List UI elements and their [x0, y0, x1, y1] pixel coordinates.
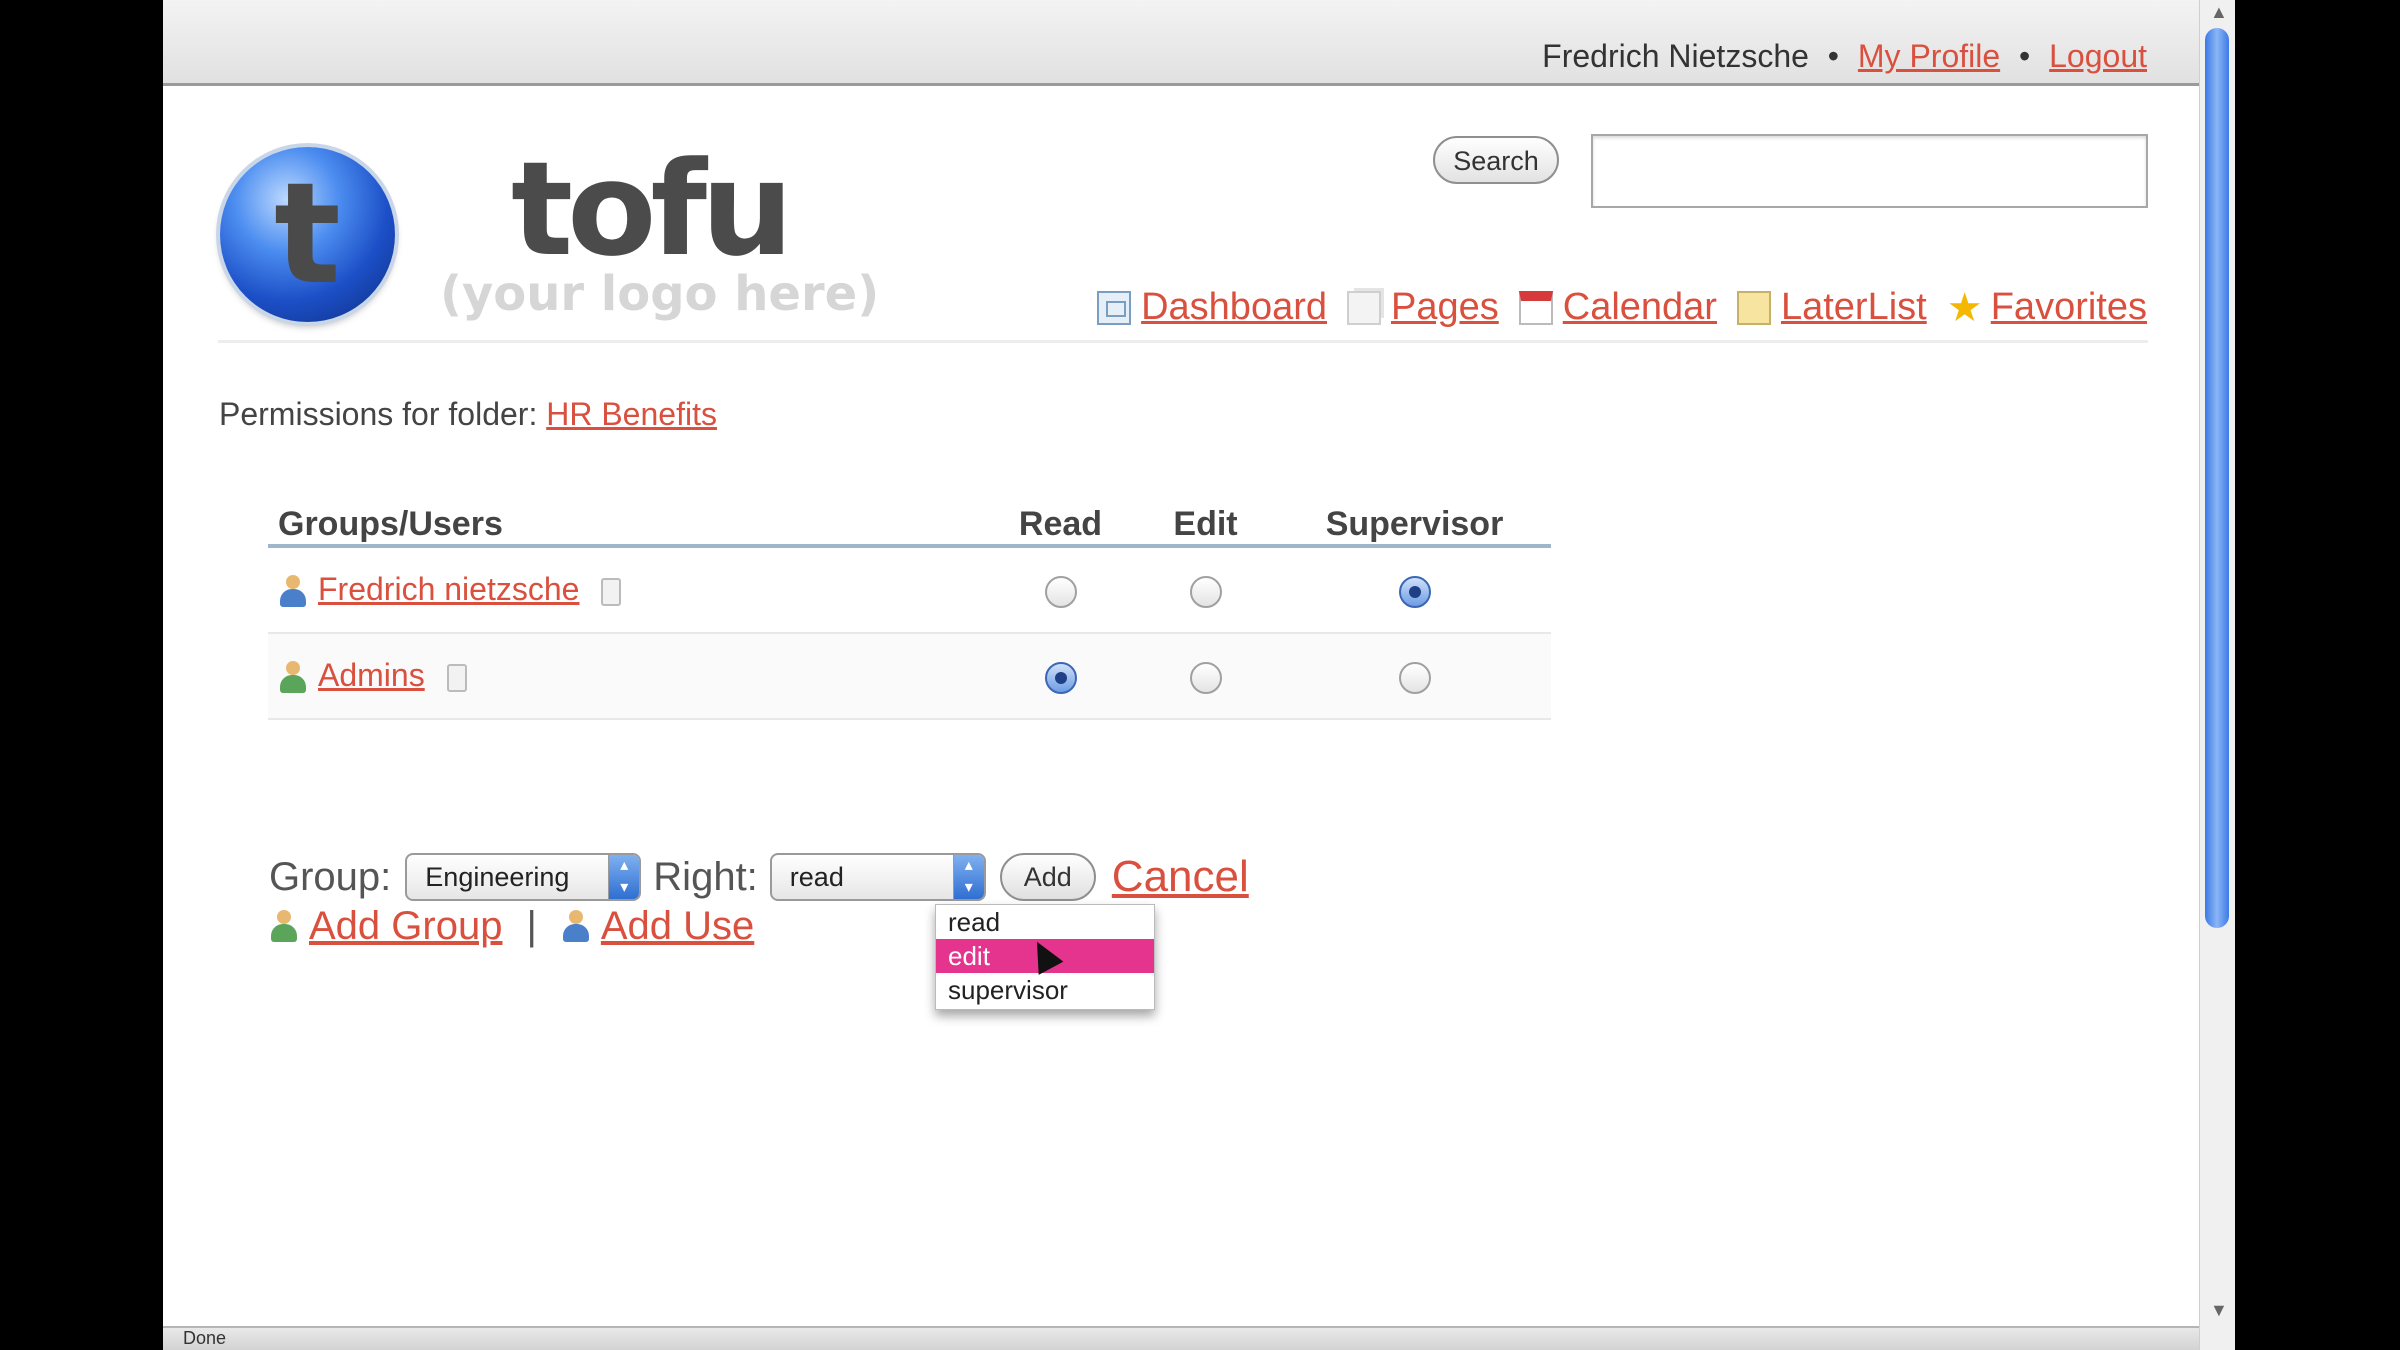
nav-favorites[interactable]: ★ Favorites	[1947, 286, 2147, 329]
group-icon	[269, 909, 299, 944]
add-links: Add Group | Add Use	[269, 904, 754, 949]
right-select[interactable]: read ▴ ▾	[769, 853, 986, 901]
row-name-cell: Fredrich nietzsche	[268, 571, 988, 609]
search-button[interactable]: Search	[1433, 136, 1559, 184]
edit-radio[interactable]	[1189, 576, 1222, 609]
cancel-link[interactable]: Cancel	[1112, 852, 1249, 902]
right-select-value: read	[789, 861, 844, 892]
permissions-heading: Permissions for folder: HR Benefits	[219, 396, 717, 433]
dashboard-icon	[1097, 290, 1132, 325]
header-groups-users: Groups/Users	[278, 505, 503, 543]
header-edit: Edit	[1173, 505, 1238, 543]
table-row: Fredrich nietzsche	[268, 548, 1551, 634]
status-bar: Done	[163, 1326, 2199, 1350]
separator: •	[1827, 38, 1839, 74]
dropdown-option-read[interactable]: read	[936, 905, 1154, 939]
header-read: Read	[1018, 505, 1103, 543]
scrollbar-thumb[interactable]	[2205, 28, 2229, 928]
search-input[interactable]	[1591, 134, 2148, 208]
trash-icon[interactable]	[446, 663, 467, 692]
pages-icon	[1347, 290, 1381, 325]
scroll-up-icon[interactable]: ▲	[2210, 2, 2228, 23]
my-profile-link[interactable]: My Profile	[1858, 38, 2000, 74]
nav-pages[interactable]: Pages	[1347, 286, 1499, 329]
nav-dashboard[interactable]: Dashboard	[1097, 286, 1327, 329]
table-row: Admins	[268, 634, 1551, 720]
star-icon: ★	[1946, 285, 1983, 330]
logo-tagline: (your logo here)	[440, 266, 880, 322]
folder-link[interactable]: HR Benefits	[546, 396, 717, 432]
read-radio[interactable]	[1044, 576, 1077, 609]
user-link[interactable]: Fredrich nietzsche	[318, 571, 579, 607]
edit-radio[interactable]	[1189, 662, 1222, 695]
vertical-scrollbar[interactable]: ▲ ▼	[2199, 0, 2235, 1350]
user-icon	[561, 909, 591, 944]
scroll-down-icon[interactable]: ▼	[2210, 1300, 2228, 1321]
group-select-value: Engineering	[425, 861, 570, 892]
calendar-icon	[1518, 290, 1553, 325]
supervisor-radio[interactable]	[1398, 576, 1431, 609]
browser-window: Fredrich Nietzsche • My Profile • Logout…	[163, 0, 2235, 1350]
pipe-separator: |	[526, 904, 537, 948]
table-header: Groups/Users Read Edit Supervisor	[268, 484, 1551, 548]
add-button[interactable]: Add	[999, 853, 1096, 901]
nav-calendar[interactable]: Calendar	[1518, 286, 1717, 329]
dropdown-option-supervisor[interactable]: supervisor	[936, 973, 1154, 1007]
add-permission-form: Group: Engineering ▴ ▾ Right: read ▴ ▾ Add…	[269, 852, 1249, 902]
group-select[interactable]: Engineering ▴ ▾	[405, 853, 642, 901]
brand-name: tofu	[511, 133, 794, 285]
permissions-prefix: Permissions for folder:	[219, 396, 538, 432]
user-name: Fredrich Nietzsche	[1542, 38, 1809, 74]
add-user-link[interactable]: Add Use	[601, 904, 754, 949]
user-bar: Fredrich Nietzsche • My Profile • Logout	[1542, 38, 2147, 75]
header-divider	[218, 340, 2148, 343]
main-nav: Dashboard Pages Calendar LaterList ★ Fav…	[1097, 286, 2147, 329]
nav-laterlist[interactable]: LaterList	[1736, 286, 1927, 329]
nav-pages-label[interactable]: Pages	[1391, 286, 1499, 329]
nav-favorites-label[interactable]: Favorites	[1991, 286, 2147, 329]
user-icon	[278, 574, 308, 609]
group-label: Group:	[269, 854, 392, 899]
group-link[interactable]: Admins	[318, 657, 425, 693]
logo-icon: t	[220, 147, 395, 322]
group-icon	[278, 660, 308, 695]
nav-laterlist-label[interactable]: LaterList	[1781, 286, 1927, 329]
page-content: t tofu (your logo here) Search Dashboard…	[163, 86, 2199, 1326]
trash-icon[interactable]	[601, 577, 622, 606]
supervisor-radio[interactable]	[1398, 662, 1431, 695]
header-supervisor: Supervisor	[1325, 505, 1504, 543]
add-group-link[interactable]: Add Group	[309, 904, 502, 949]
nav-calendar-label[interactable]: Calendar	[1563, 286, 1717, 329]
nav-dashboard-label[interactable]: Dashboard	[1141, 286, 1327, 329]
read-radio[interactable]	[1044, 662, 1077, 695]
row-name-cell: Admins	[268, 657, 988, 695]
select-arrows-icon: ▴ ▾	[608, 855, 640, 899]
separator: •	[2019, 38, 2031, 74]
right-label: Right:	[653, 854, 758, 899]
logo-letter: t	[274, 153, 341, 316]
logout-link[interactable]: Logout	[2049, 38, 2147, 74]
select-arrows-icon: ▴ ▾	[952, 855, 984, 899]
laterlist-icon	[1736, 290, 1771, 325]
top-bar: Fredrich Nietzsche • My Profile • Logout	[163, 0, 2199, 86]
permissions-table: Groups/Users Read Edit Supervisor Fredri…	[268, 484, 1551, 720]
